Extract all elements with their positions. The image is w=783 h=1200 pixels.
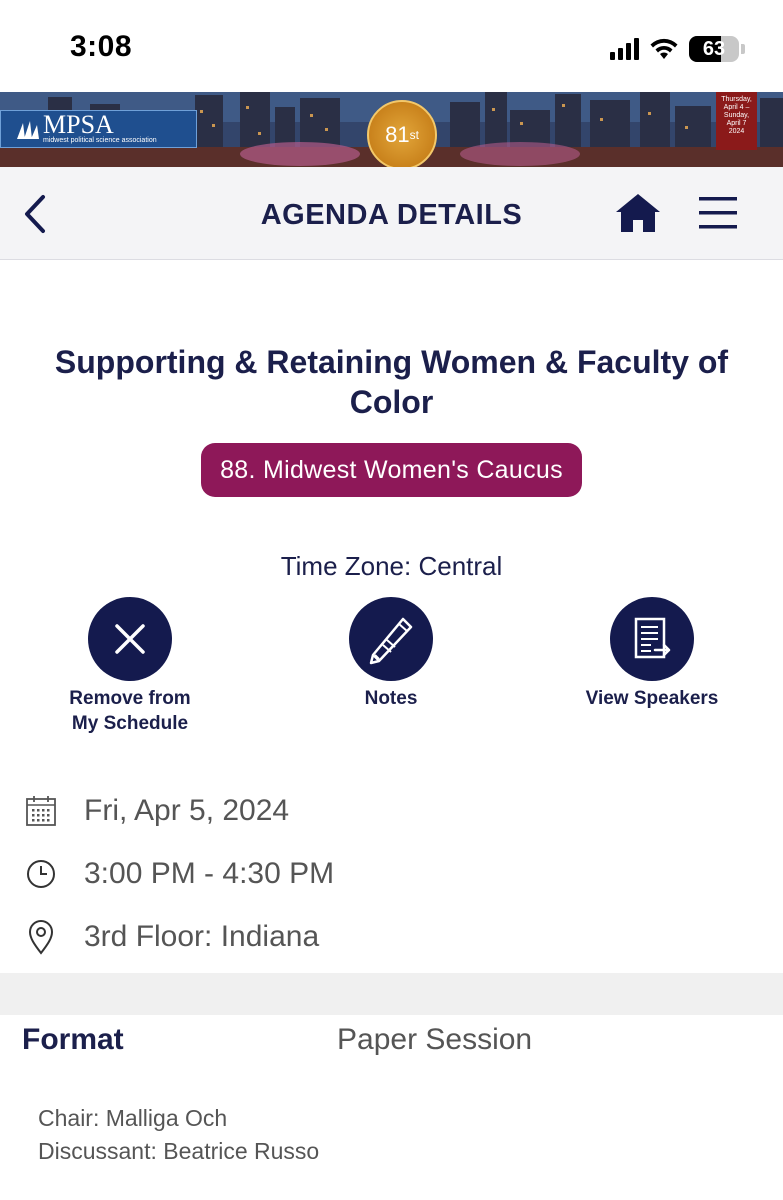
battery-icon: 63: [689, 36, 739, 62]
wifi-icon: [650, 38, 678, 59]
remove-from-schedule-button[interactable]: Remove from My Schedule: [40, 597, 220, 736]
format-value: Paper Session: [337, 1023, 533, 1056]
document-arrow-icon: [634, 617, 671, 659]
conference-dates-badge: Thursday, April 4 – Sunday, April 7 2024: [716, 92, 757, 150]
home-button[interactable]: [613, 190, 663, 236]
conference-seal: 81st: [367, 100, 437, 167]
session-people: Chair: Malliga Och Discussant: Beatrice …: [38, 1102, 319, 1168]
status-bar: 3:08 63: [0, 0, 783, 92]
status-time: 3:08: [70, 30, 133, 63]
notes-circle[interactable]: [349, 597, 433, 681]
session-date-row: Fri, Apr 5, 2024: [22, 789, 762, 833]
discussant-name: Discussant: Beatrice Russo: [38, 1138, 320, 1164]
pencil-icon: [369, 617, 413, 665]
close-icon: [115, 624, 145, 654]
menu-button[interactable]: [695, 193, 741, 233]
session-time: 3:00 PM - 4:30 PM: [84, 857, 335, 890]
session-location-row: 3rd Floor: Indiana: [22, 915, 762, 959]
session-title: Supporting & Retaining Women & Faculty o…: [54, 344, 729, 420]
map-pin-icon: [22, 918, 60, 956]
status-icons: 63: [610, 34, 745, 64]
clock-icon: [22, 855, 60, 893]
chair-name: Chair: Malliga Och: [38, 1105, 228, 1131]
view-speakers-circle[interactable]: [610, 597, 694, 681]
format-label: Format: [22, 1023, 124, 1056]
section-divider: [0, 973, 783, 1015]
columns-logo-icon: [17, 121, 39, 139]
conference-banner: MPSA midwest political science associati…: [0, 92, 783, 167]
battery-level: 63: [702, 37, 726, 60]
time-zone-label: Time Zone: Central: [280, 551, 503, 581]
cellular-signal-icon: [610, 38, 639, 60]
session-time-row: 3:00 PM - 4:30 PM: [22, 852, 762, 896]
calendar-icon: [22, 792, 60, 830]
remove-from-schedule-label: Remove from My Schedule: [69, 688, 191, 734]
hamburger-menu-icon: [699, 197, 737, 229]
track-badge[interactable]: 88. Midwest Women's Caucus: [201, 443, 582, 497]
session-location: 3rd Floor: Indiana: [84, 920, 320, 953]
session-date: Fri, Apr 5, 2024: [84, 794, 290, 827]
mpsa-logo: MPSA midwest political science associati…: [0, 110, 197, 148]
view-speakers-button[interactable]: View Speakers: [562, 597, 742, 711]
notes-label: Notes: [364, 688, 418, 709]
battery-cap: [741, 44, 745, 54]
navigation-bar: AGENDA DETAILS: [0, 167, 783, 260]
view-speakers-label: View Speakers: [585, 688, 719, 709]
page-title: AGENDA DETAILS: [260, 199, 523, 231]
remove-circle[interactable]: [88, 597, 172, 681]
home-icon: [616, 194, 660, 232]
notes-button[interactable]: Notes: [301, 597, 481, 711]
